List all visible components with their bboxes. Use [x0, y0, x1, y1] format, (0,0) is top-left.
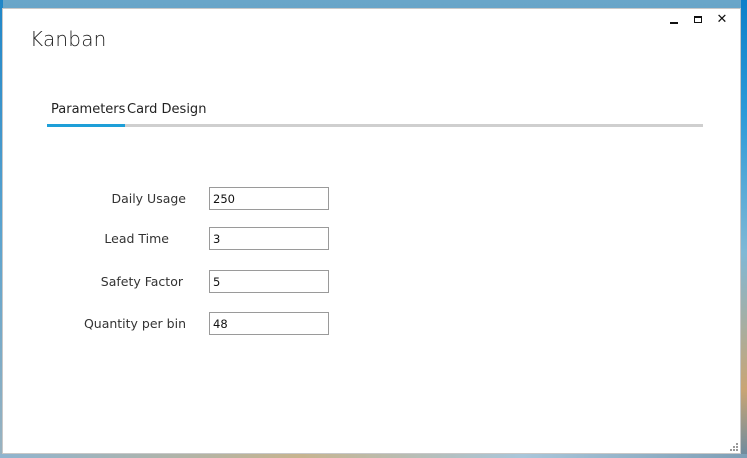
minimize-icon	[670, 21, 678, 24]
safety-factor-input[interactable]	[209, 270, 329, 293]
quantity-per-bin-input[interactable]	[209, 312, 329, 335]
minimize-button[interactable]	[662, 11, 686, 27]
daily-usage-input[interactable]	[209, 187, 329, 210]
form-row-safety-factor: Safety Factor	[3, 270, 403, 294]
lead-time-input[interactable]	[209, 227, 329, 250]
lead-time-label: Lead Time	[104, 231, 169, 246]
desktop-background-bottom	[0, 454, 747, 458]
tab-parameters[interactable]: Parameters	[51, 101, 125, 124]
desktop-background-right	[741, 0, 747, 458]
resize-grip-icon[interactable]	[728, 441, 738, 451]
daily-usage-label: Daily Usage	[111, 191, 186, 206]
window-title: Kanban	[30, 27, 107, 51]
window-controls: ✕	[662, 11, 734, 27]
tab-bar: Parameters Card Design	[47, 101, 703, 127]
tab-card-design[interactable]: Card Design	[127, 101, 206, 124]
maximize-icon	[694, 15, 702, 23]
form-row-lead-time: Lead Time	[3, 227, 403, 251]
maximize-button[interactable]	[686, 11, 710, 27]
close-icon: ✕	[716, 11, 728, 27]
close-button[interactable]: ✕	[710, 11, 734, 27]
tab-active-indicator	[47, 124, 125, 127]
safety-factor-label: Safety Factor	[100, 274, 183, 289]
form-row-daily-usage: Daily Usage	[3, 187, 403, 211]
app-window: Kanban ✕ Parameters Card Design Daily Us…	[2, 8, 741, 454]
quantity-per-bin-label: Quantity per bin	[83, 316, 186, 331]
form-row-quantity-per-bin: Quantity per bin	[3, 312, 403, 336]
tab-strip	[47, 124, 703, 127]
